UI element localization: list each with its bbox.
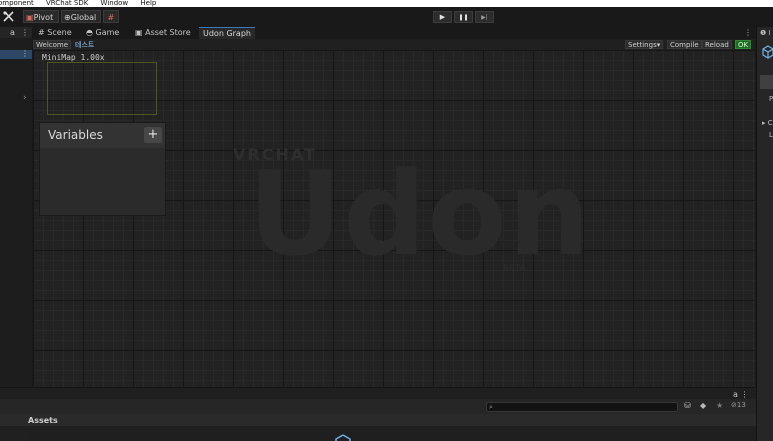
pause-button[interactable]: ❚❚ (454, 11, 473, 23)
global-label: Global (70, 13, 97, 22)
tab-label: Game (95, 28, 120, 37)
hierarchy-selected-row[interactable]: ⋮ (0, 49, 32, 59)
label-icon[interactable]: ◆ (700, 401, 706, 410)
beta-watermark: BETA (503, 264, 526, 274)
variables-panel: Variables + (39, 122, 166, 216)
minimap-label: MiniMap 1.00x (42, 53, 105, 62)
gamepad-icon: ◓ (86, 28, 93, 37)
editor-tab-bar: # Scene ◓ Game ▣ Asset Store Udon Graph … (33, 27, 755, 39)
tab-label: Asset Store (145, 28, 191, 37)
menu-help[interactable]: Help (140, 0, 156, 7)
store-icon: ▣ (135, 28, 143, 37)
cube-icon[interactable] (334, 434, 352, 441)
step-icon: ▶| (481, 14, 488, 21)
settings-dropdown[interactable]: Settings▾ (625, 40, 664, 49)
tab-label: Scene (47, 28, 72, 37)
assets-breadcrumb-bar: Assets (0, 414, 756, 426)
playback-controls: ▶ ❚❚ ▶| (433, 11, 495, 23)
info-icon[interactable]: ❶ I (760, 29, 771, 37)
assets-breadcrumb[interactable]: Assets (28, 416, 58, 425)
global-toggle-button[interactable]: ⊕Global (61, 10, 101, 23)
variables-header: Variables + (40, 123, 165, 148)
add-variable-button[interactable]: + (144, 127, 162, 143)
hidden-packages-count[interactable]: ⊘13 (731, 401, 746, 409)
search-icon: ⌕ (489, 403, 493, 411)
inspector-foldout[interactable]: ▸ C (762, 119, 773, 127)
inspector-thumbnail (760, 75, 773, 89)
play-button[interactable]: ▶ (433, 11, 452, 23)
minimap[interactable] (47, 62, 157, 115)
globe-icon: ⊕ (64, 13, 71, 22)
row-menu-icon[interactable]: ⋮ (21, 49, 29, 58)
scene-icon: # (38, 28, 45, 37)
udon-graph-toolbar: Welcome 테스트 Settings▾ Compile Reload OK (33, 39, 755, 50)
breadcrumb-graph[interactable]: 테스트 (72, 40, 98, 49)
tab-game[interactable]: ◓ Game (86, 27, 119, 39)
menu-window[interactable]: Window (101, 0, 129, 7)
compile-button[interactable]: Compile (667, 40, 702, 49)
panel-menu-icon[interactable]: ⋮ (21, 27, 29, 38)
project-panel: a ⋮ ⌕ ⛁ ◆ ★ ⊘13 Assets (0, 387, 756, 441)
cube-icon (762, 45, 773, 59)
pause-icon: ❚❚ (458, 14, 469, 21)
ok-status-button[interactable]: OK (735, 40, 752, 49)
tab-udon-graph[interactable]: Udon Graph (199, 27, 255, 39)
lock-icon[interactable]: a ⋮ (733, 390, 748, 399)
lock-icon[interactable]: a (10, 27, 15, 38)
filter-by-type-icon[interactable]: ⛁ (684, 401, 691, 410)
inspector-row: L (769, 131, 773, 139)
inspector-panel: ❶ I P ▸ C L (756, 27, 773, 441)
tab-asset-store[interactable]: ▣ Asset Store (135, 27, 191, 39)
step-button[interactable]: ▶| (475, 11, 494, 23)
hierarchy-panel: a ⋮ ⋮ › (0, 27, 32, 387)
udon-watermark: Udon (248, 147, 592, 282)
hierarchy-header: a ⋮ (0, 27, 32, 38)
pivot-toggle-button[interactable]: ▣Pivot (23, 10, 59, 23)
udon-graph-canvas[interactable]: MiniMap 1.00x VRCHAT Udon BETA Variables… (33, 50, 755, 387)
grid-snap-icon[interactable]: # (103, 10, 119, 23)
variables-title: Variables (48, 128, 103, 142)
menu-bar: omponent VRChat SDK Window Help (0, 0, 773, 7)
tools-icon[interactable] (2, 10, 16, 23)
menu-vrchat-sdk[interactable]: VRChat SDK (46, 0, 88, 7)
menu-component[interactable]: omponent (0, 0, 34, 7)
pivot-icon: ▣ (26, 13, 34, 22)
hidden-count: 13 (736, 401, 746, 409)
inspector-row: P (769, 95, 773, 103)
main-toolbar: ▣Pivot ⊕Global # ▶ ❚❚ ▶| (0, 7, 773, 27)
project-folder-tree (0, 426, 28, 441)
star-icon[interactable]: ★ (716, 401, 723, 410)
tab-bar-menu-icon[interactable]: ⋮ (744, 27, 752, 39)
reload-button[interactable]: Reload (702, 40, 732, 49)
play-icon: ▶ (439, 13, 446, 21)
project-search-input[interactable]: ⌕ (486, 402, 678, 412)
pivot-label: Pivot (33, 13, 54, 22)
project-toolbar: ⌕ ⛁ ◆ ★ ⊘13 (0, 399, 756, 414)
welcome-button[interactable]: Welcome (33, 40, 72, 49)
chevron-right-icon[interactable]: › (23, 93, 27, 103)
tab-scene[interactable]: # Scene (38, 27, 72, 39)
tab-label: Udon Graph (203, 29, 251, 38)
